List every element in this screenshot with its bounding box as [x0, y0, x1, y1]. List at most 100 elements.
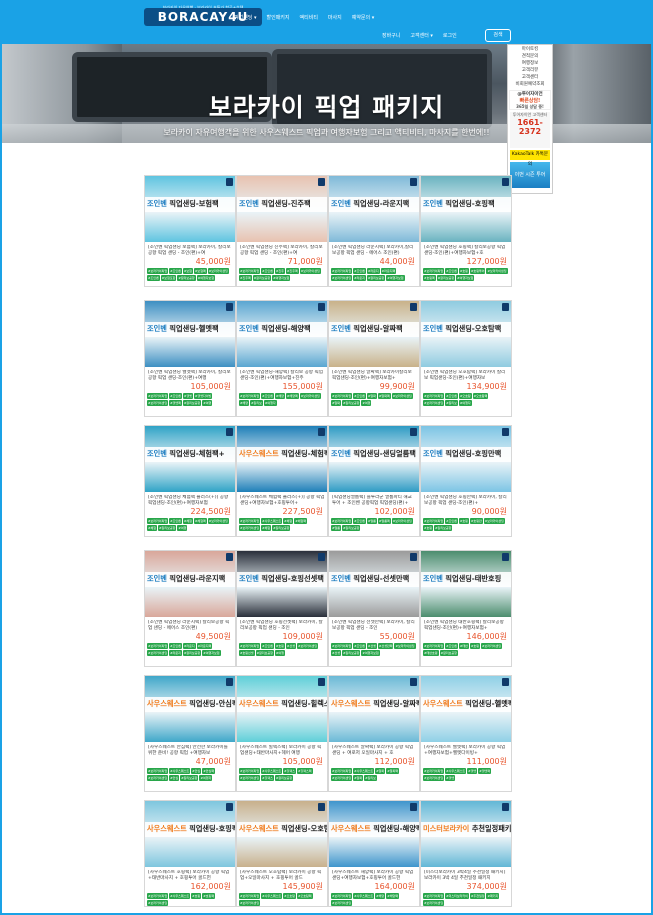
- cart-link[interactable]: 장바구니: [382, 32, 400, 39]
- product-tag[interactable]: #칼리보공항: [272, 525, 291, 531]
- product-tag[interactable]: #보라카이픽업: [239, 643, 261, 649]
- product-tag[interactable]: #보라카이샌딩: [331, 775, 353, 781]
- product-tag[interactable]: #조인벤: [353, 518, 366, 524]
- product-tag[interactable]: #체험: [283, 518, 294, 524]
- product-tag[interactable]: #호핑: [469, 643, 480, 649]
- side-link-support[interactable]: 고객센터: [508, 74, 552, 81]
- product-tag[interactable]: #호핑만: [469, 518, 483, 524]
- product-tag[interactable]: #헬멧: [467, 768, 478, 774]
- product-tag[interactable]: #호핑: [458, 268, 469, 274]
- product-tag[interactable]: #보라카이샌딩: [331, 900, 353, 906]
- product-tag[interactable]: #조인벤: [147, 275, 160, 281]
- product-card[interactable]: 조인벤 픽업샌딩-헬멧팩 [조인벤 픽업샌딩 헬멧팩] 보라카이, 칼리보공항 픽…: [144, 300, 236, 417]
- product-tag[interactable]: #보라카이샌딩: [239, 775, 261, 781]
- product-thumbnail[interactable]: 사우스웨스트 픽업샌딩-힐렉스팩: [237, 676, 327, 742]
- product-tag[interactable]: #선셋: [331, 650, 342, 656]
- product-tag[interactable]: #보라카이샌딩: [391, 393, 413, 399]
- product-tag[interactable]: #선셋만팩: [377, 643, 394, 649]
- product-thumbnail[interactable]: 미스터보라카이 추천일정패키지: [421, 801, 511, 867]
- product-thumbnail[interactable]: 조인벤 픽업샌딩-호핑선셋팩: [237, 551, 327, 617]
- product-tag[interactable]: #사우스웨스트: [169, 893, 191, 899]
- product-tag[interactable]: #보라카이샌딩: [147, 775, 169, 781]
- product-tag[interactable]: #라운지: [182, 643, 196, 649]
- product-tag[interactable]: #보라카이샌딩: [331, 275, 353, 281]
- product-tag[interactable]: #사우스웨스트: [261, 893, 283, 899]
- menu-item-inquiry[interactable]: 예약문의 ▾: [352, 14, 375, 21]
- product-tag[interactable]: #얼룸: [366, 518, 377, 524]
- product-tag[interactable]: #보라카이픽업: [423, 518, 445, 524]
- product-tag[interactable]: #진주팩: [285, 268, 299, 274]
- product-tag[interactable]: #여행자보험: [196, 275, 216, 281]
- product-tag[interactable]: #칼리보: [364, 775, 377, 781]
- menu-item-discount[interactable]: 할인패키지: [267, 14, 290, 21]
- product-card[interactable]: 사우스웨스트 픽업샌딩-알짜팩 [사우스웨스트 알짜팩] 보라카이 공항 픽업샌딩…: [328, 675, 420, 792]
- product-tag[interactable]: #보라카이샌딩: [391, 518, 413, 524]
- product-thumbnail[interactable]: 조인벤 픽업샌딩-라운지팩: [145, 551, 235, 617]
- product-tag[interactable]: #해양: [274, 393, 285, 399]
- product-tag[interactable]: #보라카이픽업: [147, 268, 169, 274]
- product-tag[interactable]: #여행자: [458, 400, 472, 406]
- product-tag[interactable]: #호핑팩: [423, 275, 436, 281]
- product-tag[interactable]: #조인벤: [261, 268, 274, 274]
- product-tag[interactable]: #안심: [169, 775, 180, 781]
- product-tag[interactable]: #조인벤: [169, 518, 182, 524]
- side-link-guest-booking[interactable]: 비회원예약조회: [508, 81, 552, 88]
- product-card[interactable]: 조인벤 픽업샌딩-체험팩+ [조인벤 픽업샌딩 체험팩 플러스(+)] 공항 픽업…: [144, 425, 236, 537]
- product-tag[interactable]: #사우스웨스트: [169, 768, 191, 774]
- side-link-mytalk[interactable]: 마이토킹: [508, 46, 552, 53]
- product-tag[interactable]: #보라카이픽업: [147, 893, 169, 899]
- product-tag[interactable]: #칼리보공항: [182, 650, 202, 656]
- product-tag[interactable]: #칼리보: [250, 400, 263, 406]
- product-tag[interactable]: #미스터보라카이: [445, 893, 469, 899]
- product-tag[interactable]: #보라카이샌딩: [239, 900, 261, 906]
- product-card[interactable]: 조인벤 픽업샌딩-샌딩얼룸팩 [픽업샌딩얼룸팩] 블루라군 얼룸파티 해교 투어 …: [328, 425, 420, 537]
- product-card[interactable]: 사우스웨스트 픽업샌딩-오호탐팩[사우스웨스트 오호탐팩] 보라카이 공항 픽업…: [236, 800, 328, 907]
- product-tag[interactable]: #여행자: [263, 400, 277, 406]
- product-tag[interactable]: #보라카이픽업: [423, 268, 445, 274]
- product-tag[interactable]: #알짜팩: [377, 393, 391, 399]
- product-tag[interactable]: #오호탐팩: [296, 893, 313, 899]
- product-thumbnail[interactable]: 조인벤 픽업샌딩-보험팩: [145, 176, 235, 242]
- side-ad-banner[interactable]: 이번 시즌 투어: [510, 162, 550, 188]
- product-tag[interactable]: #패키지: [486, 893, 500, 899]
- product-tag[interactable]: #헬멧: [445, 775, 456, 781]
- product-thumbnail[interactable]: 사우스웨스트 픽업샌딩-오호탐팩: [237, 801, 327, 867]
- product-tag[interactable]: #보험포함: [160, 275, 177, 281]
- product-tag[interactable]: #사우스웨스트: [261, 518, 283, 524]
- product-card[interactable]: 미스터보라카이 추천일정패키지[미스터보라카이 3박4일 추천일정 패키지] 보…: [420, 800, 512, 907]
- product-tag[interactable]: #얼룸: [331, 525, 342, 531]
- product-tag[interactable]: #보라카이픽업: [423, 643, 445, 649]
- product-tag[interactable]: #해양: [375, 893, 386, 899]
- product-thumbnail[interactable]: 조인벤 픽업샌딩-태반호핑: [421, 551, 511, 617]
- product-tag[interactable]: #보라카이샌딩: [394, 643, 416, 649]
- product-tag[interactable]: #진주: [274, 268, 285, 274]
- product-tag[interactable]: #여행: [177, 525, 188, 531]
- product-card[interactable]: 사우스웨스트 픽업샌딩-체험팩+[사우스웨스트 체험팩 플러스(+)] 공항 픽…: [236, 425, 328, 537]
- product-card[interactable]: 조인벤 픽업샌딩-보험팩 [조인벤 픽업샌딩 보험팩] 보라카이, 칼리보공항 픽…: [144, 175, 236, 287]
- product-tag[interactable]: #보라카이픽업: [239, 768, 261, 774]
- product-tag[interactable]: #태반: [458, 643, 469, 649]
- product-card[interactable]: 사우스웨스트 픽업샌딩-안심팩 [사우스웨스트 안심팩] 안전한 보라카이를 위한…: [144, 675, 236, 792]
- product-tag[interactable]: #헬멧팩: [169, 400, 182, 406]
- product-thumbnail[interactable]: 조인벤 픽업샌딩-진주팩: [237, 176, 327, 242]
- product-card[interactable]: 사우스웨스트 픽업샌딩-헬멧팩 [사우스웨스트 헬멧팩] 보라카이 공항 픽업+여…: [420, 675, 512, 792]
- product-thumbnail[interactable]: 조인벤 픽업샌딩-체험팩+: [145, 426, 235, 492]
- product-thumbnail[interactable]: 조인벤 픽업샌딩-헬멧팩: [145, 301, 235, 367]
- product-tag[interactable]: #보라카이픽업: [423, 893, 445, 899]
- product-tag[interactable]: #진주팩: [239, 275, 252, 281]
- product-tag[interactable]: #여행자보험: [456, 275, 475, 281]
- product-tag[interactable]: #보라카이픽업: [423, 768, 445, 774]
- product-tag[interactable]: #힐렉스팩: [296, 768, 313, 774]
- search-button[interactable]: 검색: [485, 29, 511, 42]
- product-tag[interactable]: #안심: [191, 768, 202, 774]
- product-tag[interactable]: #칼리보: [445, 400, 458, 406]
- product-tag[interactable]: #체험: [147, 525, 158, 531]
- product-tag[interactable]: #여행: [361, 400, 372, 406]
- product-tag[interactable]: #라운지팩: [196, 643, 213, 649]
- product-tag[interactable]: #보라카이샌딩: [423, 900, 445, 906]
- product-card[interactable]: 조인벤 픽업샌딩-라운지팩 [조인벤 픽업샌딩 라운지팩] 보라카이,칼리보공항 …: [328, 175, 420, 287]
- product-tag[interactable]: #칼리보공항: [158, 525, 177, 531]
- product-card[interactable]: 사우스웨스트 픽업샌딩-힐렉스팩[사우스웨스트 힐렉스팩] 보라카이 공항 픽업…: [236, 675, 328, 792]
- product-card[interactable]: 조인벤 픽업샌딩-해양팩 [조인벤 픽업샌딩-해양팩] 칼리보 공항 픽업샌딩-조…: [236, 300, 328, 417]
- product-thumbnail[interactable]: 사우스웨스트 픽업샌딩-체험팩+: [237, 426, 327, 492]
